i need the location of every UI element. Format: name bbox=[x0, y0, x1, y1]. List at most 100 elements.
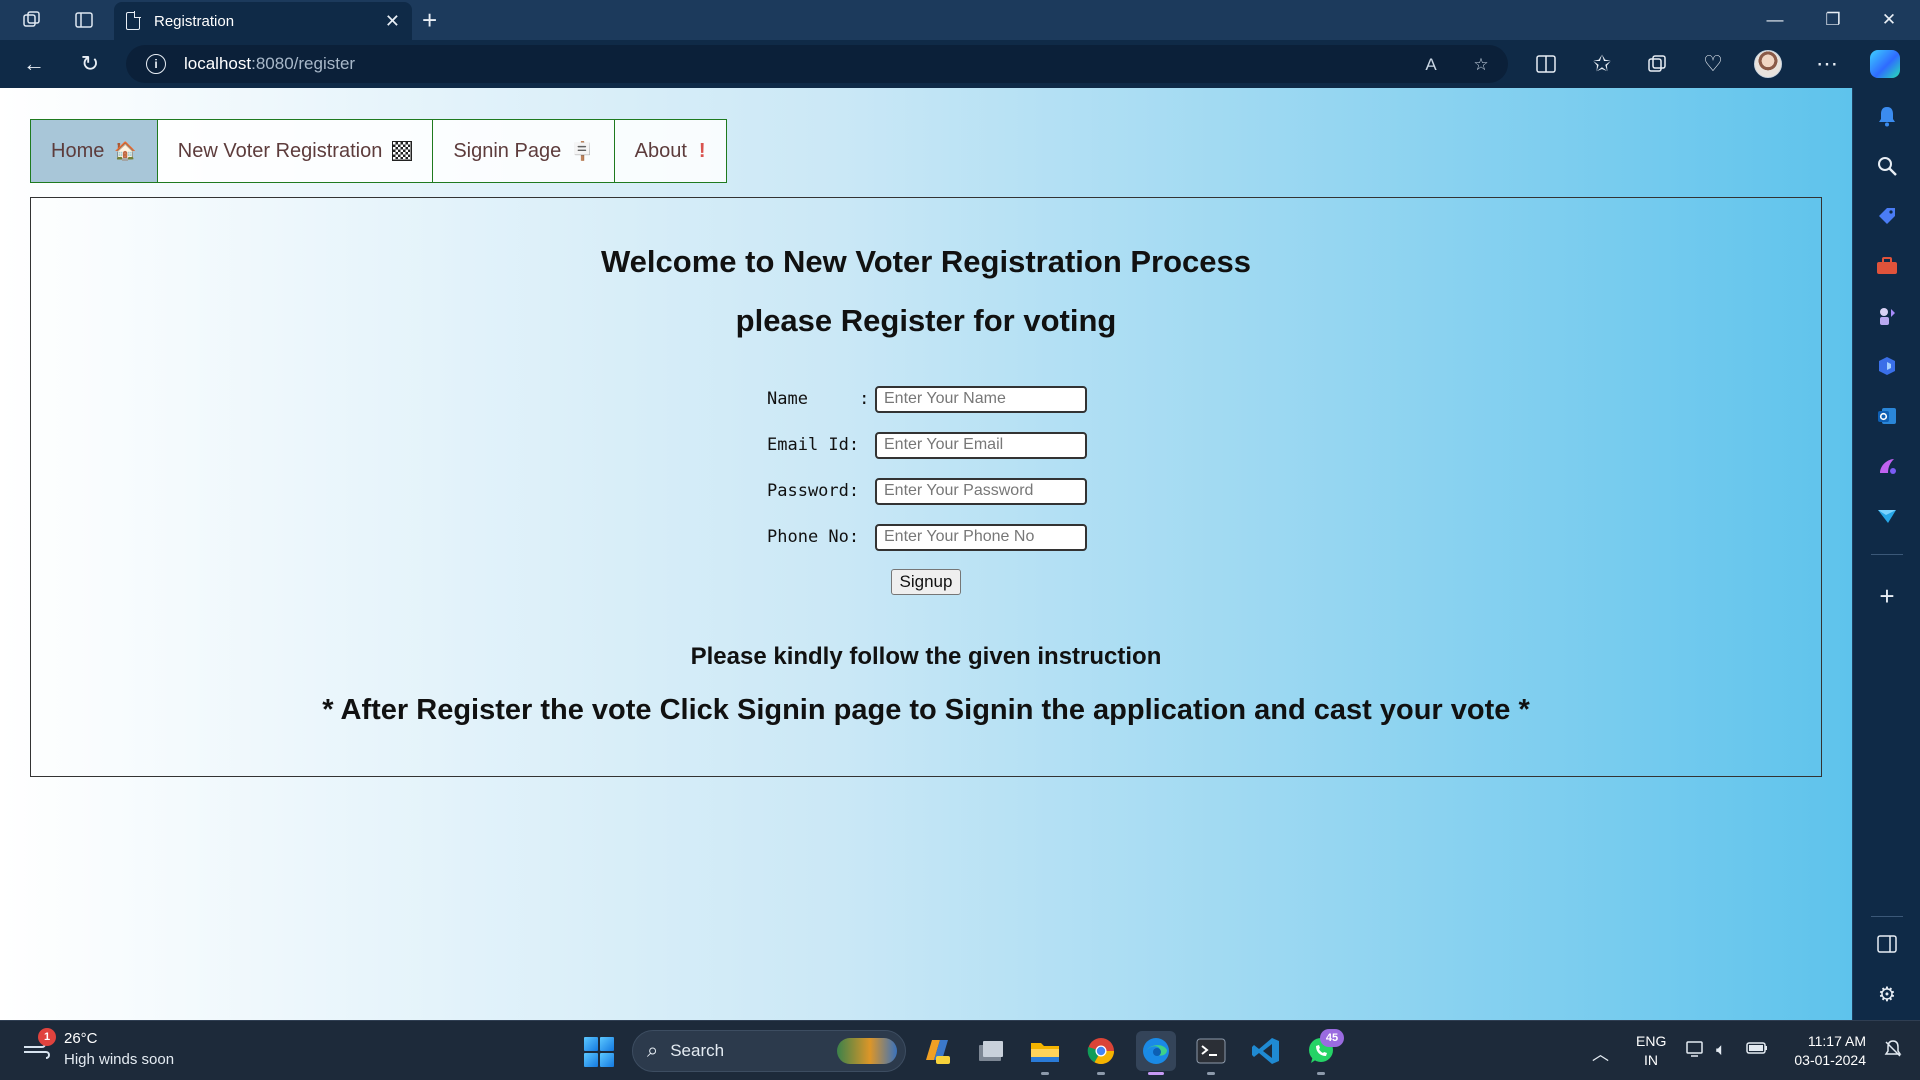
show-hidden-icons-chevron-icon[interactable]: ︿ bbox=[1592, 1040, 1609, 1065]
browser-toolbar: ← ↻ i localhost:8080/register A ☆ ✩ ♡ ⋯ bbox=[0, 40, 1920, 88]
whatsapp-notification-badge: 45 bbox=[1320, 1029, 1344, 1047]
collections-icon[interactable] bbox=[1641, 48, 1673, 80]
search-highlight-icon bbox=[837, 1038, 897, 1064]
copilot-icon[interactable] bbox=[1870, 50, 1900, 78]
more-options-icon[interactable]: ⋯ bbox=[1811, 48, 1843, 80]
nav-about[interactable]: About ! bbox=[614, 120, 726, 182]
password-input[interactable] bbox=[875, 477, 1087, 505]
shopping-tag-icon[interactable] bbox=[1873, 202, 1901, 230]
close-tab-icon[interactable]: ✕ bbox=[385, 11, 400, 32]
browser-essentials-icon[interactable]: ♡ bbox=[1697, 48, 1729, 80]
battery-icon[interactable] bbox=[1746, 1040, 1768, 1060]
hide-sidebar-icon[interactable] bbox=[1873, 930, 1901, 958]
page-title: Welcome to New Voter Registration Proces… bbox=[600, 244, 1252, 279]
site-nav: Home 🏠 New Voter Registration Signin Pag… bbox=[30, 119, 727, 183]
phone-label: Phone No: bbox=[767, 527, 860, 547]
outlook-icon[interactable] bbox=[1873, 402, 1901, 430]
weather-description[interactable]: High winds soon bbox=[64, 1051, 174, 1068]
nav-signin-page[interactable]: Signin Page 🪧 bbox=[433, 120, 615, 182]
notification-bell-icon[interactable] bbox=[1873, 102, 1901, 130]
signpost-icon: 🪧 bbox=[571, 140, 594, 161]
task-view-app-icon[interactable] bbox=[971, 1031, 1011, 1071]
vscode-icon[interactable] bbox=[1246, 1031, 1286, 1071]
phone-row: Phone No: bbox=[767, 523, 1087, 551]
instruction-title: Please kindly follow the given instructi… bbox=[690, 643, 1162, 670]
profile-avatar[interactable] bbox=[1754, 50, 1782, 78]
nav-home[interactable]: Home 🏠 bbox=[31, 120, 158, 182]
send-icon[interactable] bbox=[1873, 502, 1901, 530]
windows-taskbar: 1 26°C High winds soon ⌕ Search 45 ︿ ENG… bbox=[0, 1020, 1920, 1080]
split-screen-icon[interactable] bbox=[1530, 48, 1562, 80]
page-subtitle: please Register for voting bbox=[735, 303, 1117, 338]
running-indicator bbox=[1041, 1072, 1049, 1075]
favorite-star-icon[interactable]: ☆ bbox=[1470, 54, 1492, 76]
copilot-pre-app-icon[interactable] bbox=[916, 1031, 956, 1071]
page-viewport: Home 🏠 New Voter Registration Signin Pag… bbox=[0, 88, 1852, 1020]
favorites-icon[interactable]: ✩ bbox=[1586, 48, 1618, 80]
system-clock[interactable]: 11:17 AM 03-01-2024 bbox=[1786, 1032, 1866, 1070]
url-path: :8080/register bbox=[251, 54, 356, 73]
tab-title: Registration bbox=[154, 12, 235, 30]
url-host: localhost bbox=[184, 54, 252, 73]
volume-icon[interactable]: 🔈︎ bbox=[1716, 1040, 1726, 1060]
weather-temperature[interactable]: 26°C bbox=[64, 1030, 98, 1047]
designer-icon[interactable] bbox=[1873, 452, 1901, 480]
clock-date: 03-01-2024 bbox=[1794, 1052, 1866, 1068]
search-label: Search bbox=[670, 1041, 725, 1060]
sidebar-divider bbox=[1871, 554, 1903, 555]
checkered-flag-icon bbox=[392, 141, 413, 161]
email-input[interactable] bbox=[875, 431, 1087, 459]
name-input[interactable] bbox=[875, 385, 1087, 413]
weather-alert-badge: 1 bbox=[38, 1028, 56, 1046]
name-row: Name : bbox=[767, 385, 1087, 413]
site-info-icon[interactable]: i bbox=[146, 54, 166, 74]
sidebar-divider bbox=[1871, 916, 1903, 917]
chrome-icon[interactable] bbox=[1081, 1031, 1121, 1075]
minimize-button[interactable]: — bbox=[1752, 0, 1798, 40]
phone-input[interactable] bbox=[875, 523, 1087, 551]
nav-about-label: About bbox=[634, 139, 687, 162]
add-icon[interactable]: + bbox=[1873, 581, 1901, 611]
running-indicator bbox=[1097, 1072, 1105, 1075]
notification-center-icon[interactable] bbox=[1884, 1040, 1902, 1063]
region-code: IN bbox=[1644, 1052, 1658, 1068]
refresh-icon[interactable]: ↻ bbox=[74, 48, 106, 80]
nav-signin-label: Signin Page bbox=[453, 139, 562, 162]
signup-button[interactable]: Signup bbox=[891, 569, 961, 595]
nav-new-voter-registration[interactable]: New Voter Registration bbox=[157, 120, 434, 182]
email-label: Email Id: bbox=[767, 435, 860, 455]
language-indicator[interactable]: ENG IN bbox=[1636, 1032, 1666, 1070]
tab-registration[interactable]: Registration ✕ bbox=[114, 2, 412, 40]
restore-button[interactable]: ❐ bbox=[1810, 0, 1856, 40]
settings-gear-icon[interactable]: ⚙ bbox=[1873, 980, 1901, 1008]
active-indicator bbox=[1148, 1072, 1164, 1075]
read-aloud-icon[interactable]: A bbox=[1420, 54, 1442, 76]
running-indicator bbox=[1317, 1072, 1325, 1075]
file-explorer-icon[interactable] bbox=[1025, 1031, 1065, 1075]
tab-actions-icon[interactable] bbox=[70, 6, 98, 34]
page-icon bbox=[126, 11, 141, 30]
windows-start-icon[interactable] bbox=[584, 1037, 614, 1067]
new-tab-button[interactable]: + bbox=[422, 4, 437, 36]
microsoft-365-icon[interactable] bbox=[1873, 352, 1901, 380]
network-icon[interactable] bbox=[1686, 1040, 1706, 1063]
language-code: ENG bbox=[1636, 1033, 1667, 1049]
address-bar[interactable]: i localhost:8080/register A ☆ bbox=[126, 45, 1508, 83]
workspaces-icon[interactable] bbox=[18, 6, 46, 34]
password-row: Password: bbox=[767, 477, 1087, 505]
nav-new-voter-label: New Voter Registration bbox=[177, 139, 383, 162]
edge-icon[interactable] bbox=[1136, 1031, 1176, 1075]
running-indicator bbox=[1207, 1072, 1215, 1075]
terminal-icon[interactable] bbox=[1191, 1031, 1231, 1075]
registration-panel: Welcome to New Voter Registration Proces… bbox=[30, 197, 1822, 777]
edge-sidebar: + ⚙ bbox=[1852, 88, 1920, 1020]
email-row: Email Id: bbox=[767, 431, 1087, 459]
search-icon: ⌕ bbox=[647, 1039, 659, 1062]
search-icon[interactable] bbox=[1873, 152, 1901, 180]
close-window-button[interactable]: ✕ bbox=[1866, 0, 1912, 40]
back-icon[interactable]: ← bbox=[18, 48, 50, 80]
tools-briefcase-icon[interactable] bbox=[1873, 252, 1901, 280]
games-icon[interactable] bbox=[1873, 302, 1901, 330]
password-label: Password: bbox=[767, 481, 860, 501]
taskbar-search[interactable]: ⌕ Search bbox=[632, 1030, 906, 1072]
